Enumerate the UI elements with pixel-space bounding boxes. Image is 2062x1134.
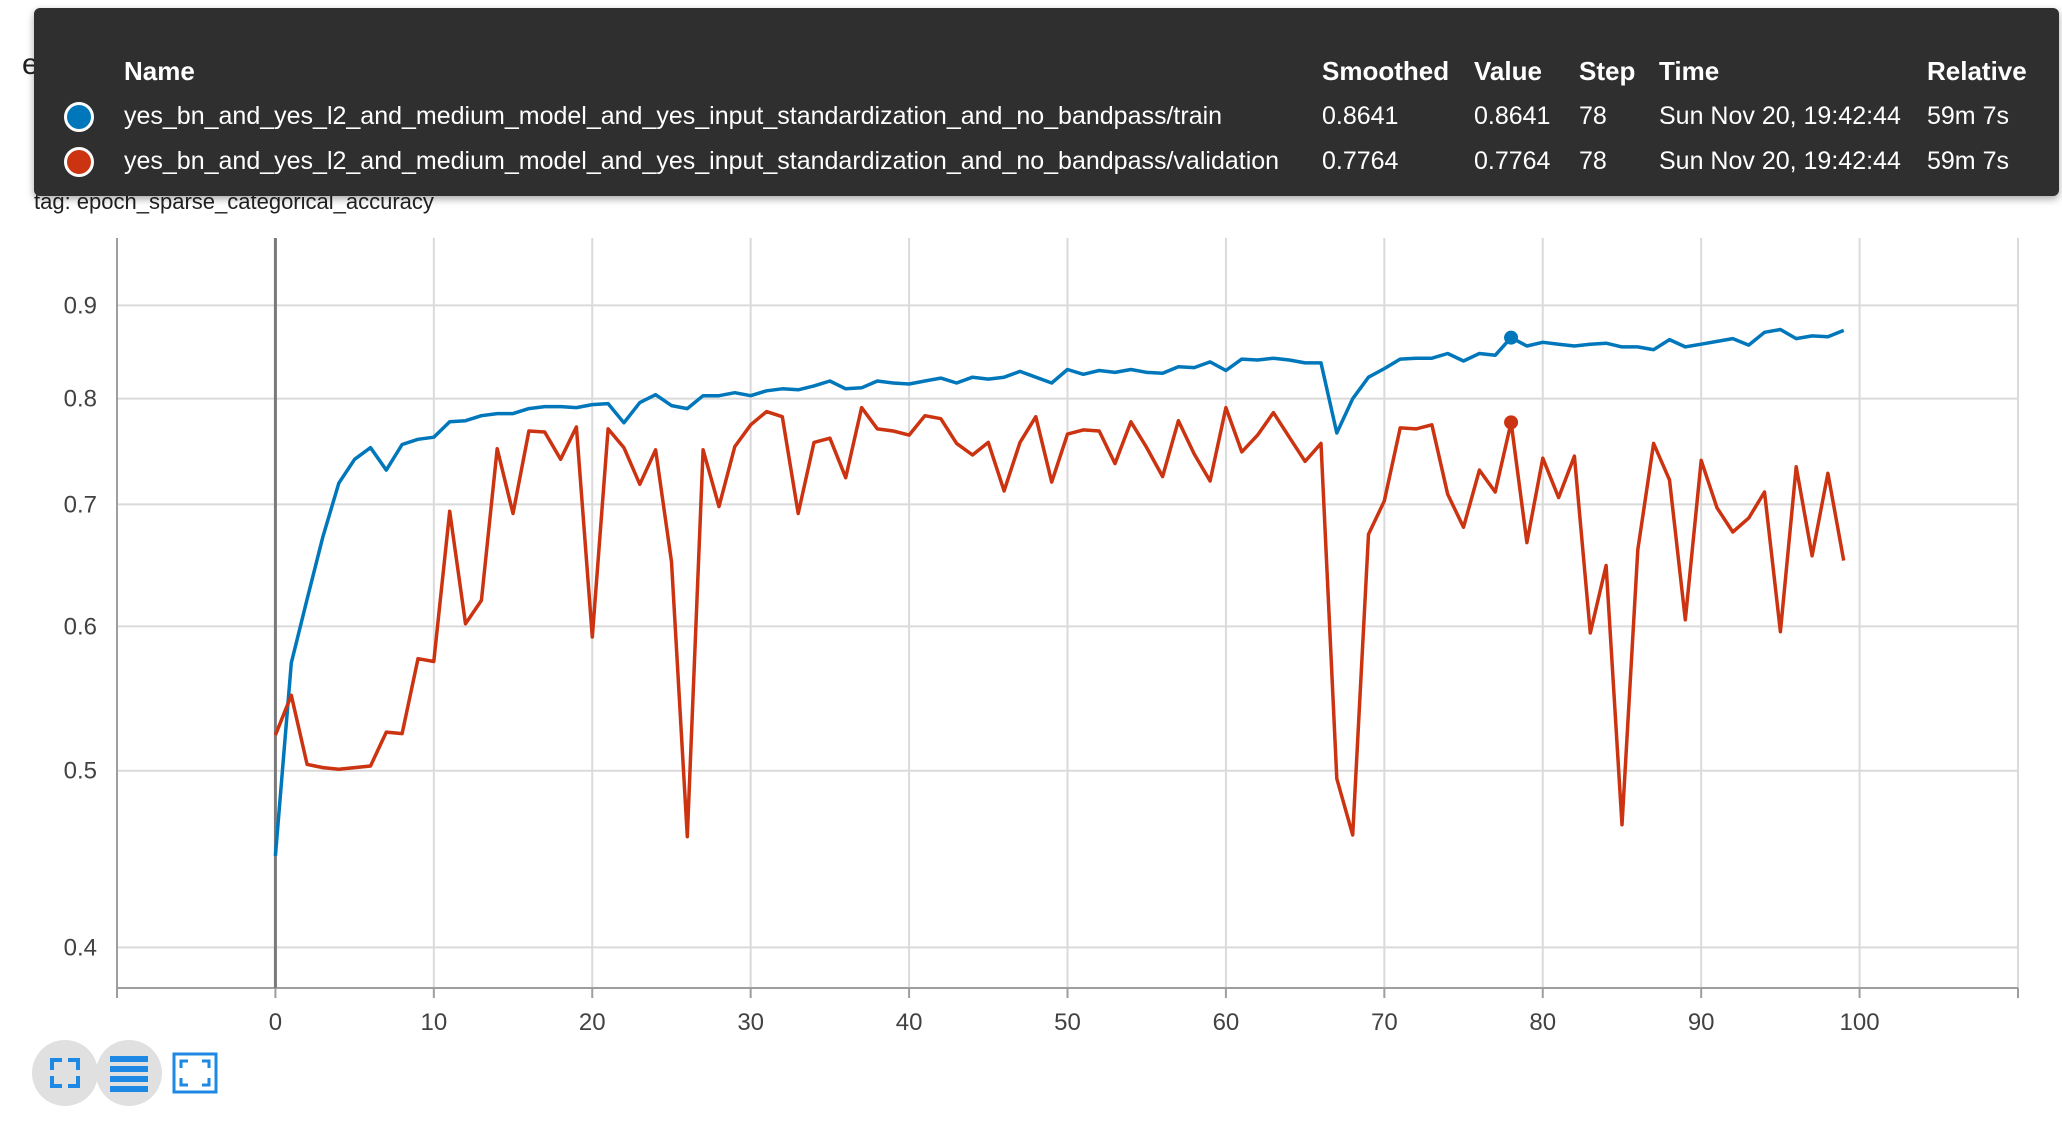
- header-value: Value: [1474, 55, 1542, 86]
- tooltip-table: Name Smoothed Value Step Time Relative y…: [34, 48, 2027, 184]
- y-tick-label: 0.6: [64, 613, 97, 640]
- validation-relative: 59m 7s: [1927, 147, 2009, 175]
- x-tick-label: 70: [1371, 1009, 1398, 1036]
- header-time: Time: [1659, 55, 1720, 86]
- header-color: [34, 48, 124, 94]
- train-highlight-point: [1504, 330, 1519, 345]
- y-tick-label: 0.7: [64, 491, 97, 518]
- validation-smoothed: 0.7764: [1322, 147, 1399, 175]
- x-tick-label: 40: [896, 1009, 923, 1036]
- series: [273, 327, 1846, 857]
- train-step: 78: [1579, 102, 1607, 130]
- tooltip-row-train: yes_bn_and_yes_l2_and_medium_model_and_y…: [34, 94, 2027, 139]
- train-run-name: yes_bn_and_yes_l2_and_medium_model_and_y…: [124, 102, 1223, 130]
- train-smoothed: 0.8641: [1322, 102, 1399, 130]
- y-tick-label: 0.9: [64, 292, 97, 319]
- validation-color-cell: [34, 139, 124, 184]
- validation-value: 0.7764: [1474, 147, 1551, 175]
- x-tick-label: 100: [1840, 1009, 1880, 1036]
- validation-run-name: yes_bn_and_yes_l2_and_medium_model_and_y…: [124, 147, 1280, 175]
- train-relative: 59m 7s: [1927, 102, 2009, 130]
- train-value: 0.8641: [1474, 102, 1551, 130]
- header-name: Name: [124, 55, 195, 86]
- validation-series-line: [273, 405, 1846, 839]
- train-color-dot-icon: [64, 101, 94, 132]
- header-relative: Relative: [1927, 55, 2027, 86]
- tooltip: Name Smoothed Value Step Time Relative y…: [34, 8, 2059, 196]
- x-tick-label: 20: [579, 1009, 606, 1036]
- tooltip-row-validation: yes_bn_and_yes_l2_and_medium_model_and_y…: [34, 139, 2027, 184]
- grid: [116, 238, 2019, 988]
- x-tick-label: 60: [1213, 1009, 1240, 1036]
- fit-domain-button[interactable]: [170, 1048, 220, 1098]
- x-tick-label: 80: [1529, 1009, 1556, 1036]
- log-scale-icon: [110, 1056, 148, 1092]
- fullscreen-button[interactable]: [32, 1040, 98, 1106]
- validation-time: Sun Nov 20, 19:42:44: [1659, 147, 1901, 175]
- header-smoothed: Smoothed: [1322, 55, 1450, 86]
- y-tick-label: 0.8: [64, 386, 97, 413]
- tick-labels: 0 10 20 30 40 50 60 70 80 90 100 0.4 0.5 0.6 0.7 0.8 0.9: [64, 292, 1880, 1036]
- log-scale-button[interactable]: [96, 1040, 162, 1106]
- x-tick-label: 0: [269, 1009, 282, 1036]
- x-tick-label: 10: [420, 1009, 447, 1036]
- tooltip-header-row: Name Smoothed Value Step Time Relative: [34, 48, 2027, 94]
- x-tick-label: 50: [1054, 1009, 1081, 1036]
- validation-color-dot-icon: [64, 146, 94, 177]
- x-tick-label: 30: [737, 1009, 764, 1036]
- y-tick-label: 0.5: [64, 758, 97, 785]
- validation-step: 78: [1579, 147, 1607, 175]
- x-tick-label: 90: [1688, 1009, 1715, 1036]
- validation-highlight-point: [1504, 415, 1519, 430]
- header-step: Step: [1579, 55, 1636, 86]
- fit-domain-icon: [172, 1052, 218, 1094]
- train-time: Sun Nov 20, 19:42:44: [1659, 102, 1901, 130]
- train-color-cell: [34, 94, 124, 139]
- fullscreen-icon: [50, 1058, 80, 1088]
- y-tick-label: 0.4: [64, 934, 97, 961]
